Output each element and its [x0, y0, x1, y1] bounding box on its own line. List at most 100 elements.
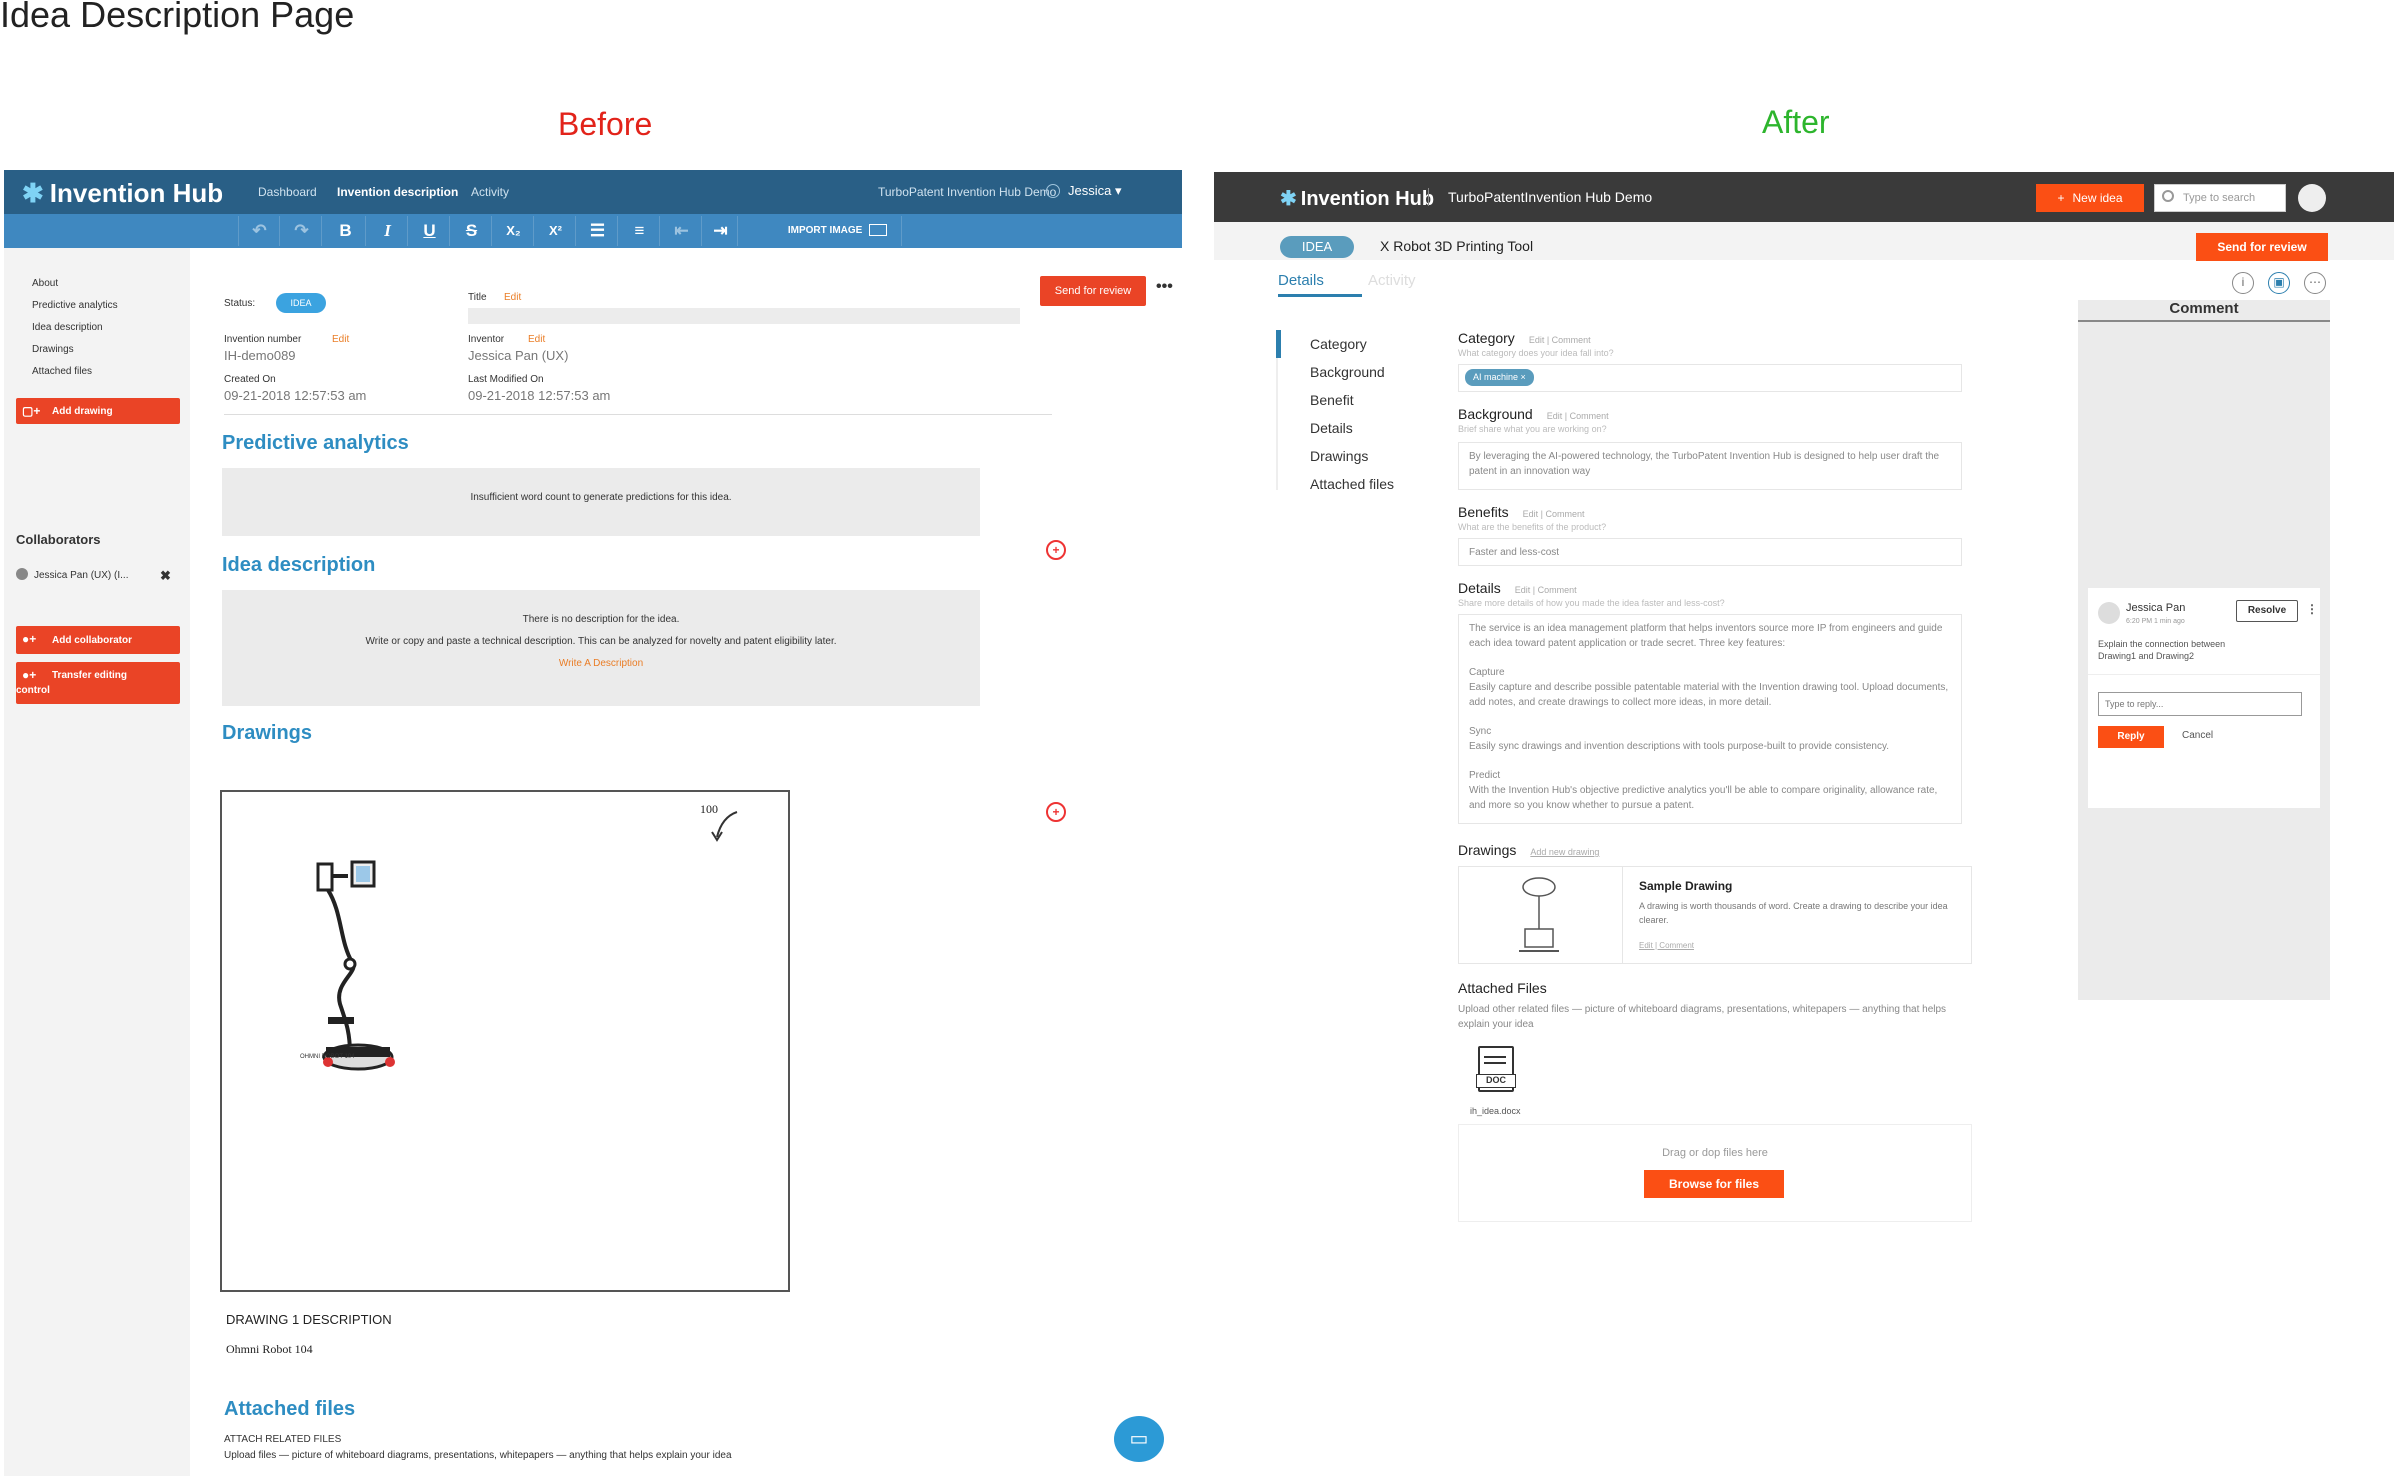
add-drawing-label: Add drawing — [52, 406, 113, 417]
more-options-icon[interactable]: ••• — [1156, 278, 1173, 296]
chat-icon[interactable]: ▭ — [1114, 1416, 1164, 1462]
sidebar-link-idea-description[interactable]: Idea description — [32, 322, 103, 333]
comment-more-icon[interactable]: ⋮ — [2306, 602, 2318, 616]
background-edit-comment-links[interactable]: Edit | Comment — [1547, 411, 1609, 421]
cancel-reply-button[interactable]: Cancel — [2182, 730, 2213, 741]
attached-file-name[interactable]: ih_idea.docx — [1470, 1106, 1521, 1116]
attached-files-hint: Upload other related files — picture of … — [1458, 1004, 1947, 1030]
before-logo[interactable]: ✱ Invention Hub — [22, 178, 223, 209]
section-nav-benefit[interactable]: Benefit — [1310, 392, 1354, 408]
add-collaborator-button[interactable]: ●+ Add collaborator — [16, 626, 180, 654]
send-for-review-button[interactable]: Send for review — [1040, 276, 1146, 306]
outdent-icon[interactable]: ⇤ — [662, 216, 702, 246]
undo-icon[interactable]: ↶ — [240, 216, 280, 246]
attached-files-description: Upload files — picture of whiteboard dia… — [224, 1450, 732, 1461]
numbered-list-icon[interactable]: ≡ — [620, 216, 660, 246]
nav-invention-description-link[interactable]: Invention description — [337, 185, 458, 199]
commenter-avatar — [2098, 602, 2120, 624]
add-drawing-button[interactable]: ▢+ Add drawing — [16, 398, 180, 424]
after-logo[interactable]: ✱ Invention Hub — [1280, 186, 1434, 211]
drawing-canvas[interactable]: 100 OHMNI ROBOT 104 — [220, 790, 790, 1292]
sidebar-link-predictive-analytics[interactable]: Predictive analytics — [32, 300, 118, 311]
underline-button[interactable]: U — [410, 216, 450, 246]
background-heading: Background — [1458, 406, 1533, 422]
superscript-button[interactable]: X² — [536, 216, 576, 246]
tab-details[interactable]: Details — [1278, 272, 1324, 289]
sidebar-link-attached-files[interactable]: Attached files — [32, 366, 92, 377]
capture-text: Easily capture and describe possible pat… — [1469, 682, 1949, 708]
import-image-button[interactable]: IMPORT IMAGE — [774, 216, 902, 246]
tab-activity[interactable]: Activity — [1368, 272, 1416, 289]
section-nav-background[interactable]: Background — [1310, 364, 1385, 380]
comments-toggle-icon[interactable]: ▣ — [2268, 272, 2290, 294]
plus-icon: + — [2057, 191, 2065, 205]
nav-dashboard-link[interactable]: Dashboard — [258, 185, 317, 199]
drawing-thumbnail — [1459, 867, 1623, 963]
doc-file-icon[interactable]: DOC — [1476, 1046, 1516, 1092]
section-nav-category[interactable]: Category — [1310, 336, 1367, 352]
category-edit-comment-links[interactable]: Edit | Comment — [1529, 335, 1591, 345]
more-options-icon[interactable]: ⋯ — [2304, 272, 2326, 294]
benefits-edit-comment-links[interactable]: Edit | Comment — [1523, 509, 1585, 519]
drawing-card[interactable]: Sample Drawing A drawing is worth thousa… — [1458, 866, 1972, 964]
resolve-button[interactable]: Resolve — [2236, 600, 2298, 622]
new-idea-button[interactable]: + New idea — [2036, 184, 2144, 212]
title-field[interactable] — [468, 308, 1020, 324]
invention-number-edit-link[interactable]: Edit — [332, 334, 349, 345]
browse-files-button[interactable]: Browse for files — [1644, 1170, 1784, 1198]
comment-icon[interactable]: + — [1046, 802, 1066, 822]
background-field[interactable]: By leveraging the AI-powered technology,… — [1458, 442, 1962, 490]
details-edit-comment-links[interactable]: Edit | Comment — [1515, 585, 1577, 595]
reply-button[interactable]: Reply — [2098, 726, 2164, 748]
indent-icon[interactable]: ⇥ — [704, 216, 738, 246]
remove-tag-icon[interactable]: × — [1521, 372, 1526, 382]
reply-input[interactable]: Type to reply... — [2098, 692, 2302, 716]
drawings-section-header: Drawings Add new drawing — [1458, 842, 1599, 860]
modified-value: 09-21-2018 12:57:53 am — [468, 388, 611, 403]
doc-file-type: DOC — [1476, 1074, 1516, 1088]
bold-button[interactable]: B — [326, 216, 366, 246]
invention-number-label: Invention number — [224, 334, 302, 345]
divider — [224, 414, 1052, 415]
section-nav-details[interactable]: Details — [1310, 420, 1353, 436]
comment-icon[interactable]: + — [1046, 540, 1066, 560]
drawing-edit-comment-links[interactable]: Edit | Comment — [1639, 941, 1694, 950]
send-for-review-button[interactable]: Send for review — [2196, 233, 2328, 261]
section-nav-drawings[interactable]: Drawings — [1310, 448, 1368, 464]
idea-description-heading: Idea description — [222, 554, 376, 576]
sample-drawing-title: Sample Drawing — [1639, 879, 1733, 893]
add-new-drawing-link[interactable]: Add new drawing — [1530, 847, 1599, 857]
sidebar-link-about[interactable]: About — [32, 278, 58, 289]
write-description-link[interactable]: Write A Description — [222, 658, 980, 669]
logo-star-icon: ✱ — [22, 178, 44, 208]
info-icon[interactable]: i — [2232, 272, 2254, 294]
search-input[interactable]: Type to search — [2154, 184, 2286, 212]
remove-collaborator-icon[interactable]: ✖ — [160, 568, 171, 584]
created-value: 09-21-2018 12:57:53 am — [224, 388, 367, 403]
category-tag-label: AI machine — [1473, 372, 1519, 382]
collaborator-item[interactable]: Jessica Pan (UX) (I... — [34, 570, 128, 581]
section-nav-attached-files[interactable]: Attached files — [1310, 476, 1394, 492]
transfer-editing-icon: ●+ — [22, 668, 37, 682]
benefits-field[interactable]: Faster and less-cost — [1458, 538, 1962, 566]
drawings-heading: Drawings — [1458, 842, 1517, 858]
sidebar-link-drawings[interactable]: Drawings — [32, 344, 74, 355]
inventor-edit-link[interactable]: Edit — [528, 334, 545, 345]
background-hint: Brief share what you are working on? — [1458, 424, 1607, 434]
nav-activity-link[interactable]: Activity — [471, 185, 509, 199]
sync-title: Sync — [1469, 726, 1492, 737]
redo-icon[interactable]: ↷ — [282, 216, 322, 246]
title-edit-link[interactable]: Edit — [504, 292, 521, 303]
transfer-editing-button[interactable]: ●+ Transfer editing control — [16, 662, 180, 704]
created-label: Created On — [224, 374, 276, 385]
strikethrough-button[interactable]: S — [452, 216, 492, 246]
comment-panel-heading: Comment — [2078, 300, 2330, 322]
user-menu[interactable]: Jessica ▾ — [1068, 183, 1122, 199]
italic-button[interactable]: I — [368, 216, 408, 246]
subscript-button[interactable]: X₂ — [494, 216, 534, 246]
avatar[interactable] — [2298, 184, 2326, 212]
category-field[interactable]: AI machine × — [1458, 364, 1962, 392]
bullet-list-icon[interactable]: ☰ — [578, 216, 618, 246]
details-field[interactable]: The service is an idea management platfo… — [1458, 614, 1962, 824]
benefits-section-header: Benefits Edit | Comment — [1458, 504, 1584, 522]
